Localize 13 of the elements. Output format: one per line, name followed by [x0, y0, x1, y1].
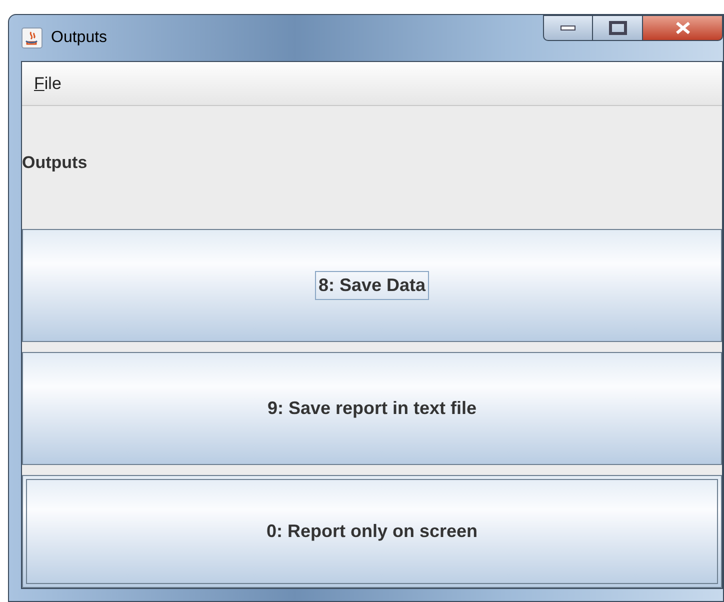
- minimize-button[interactable]: [543, 15, 593, 41]
- action-button[interactable]: 8: Save Data: [22, 229, 722, 342]
- action-button[interactable]: 9: Save report in text file: [22, 352, 722, 465]
- maximize-icon: [608, 21, 626, 35]
- maximize-button[interactable]: [593, 15, 643, 41]
- close-icon: [674, 21, 690, 35]
- close-button[interactable]: [643, 15, 723, 41]
- minimize-icon: [560, 25, 576, 31]
- section-heading: Outputs: [22, 152, 88, 174]
- file-menu[interactable]: File: [34, 70, 62, 96]
- java-cup-icon: [21, 27, 43, 49]
- action-button[interactable]: 0: Report only on screen: [22, 475, 722, 588]
- window-title: Outputs: [51, 28, 108, 48]
